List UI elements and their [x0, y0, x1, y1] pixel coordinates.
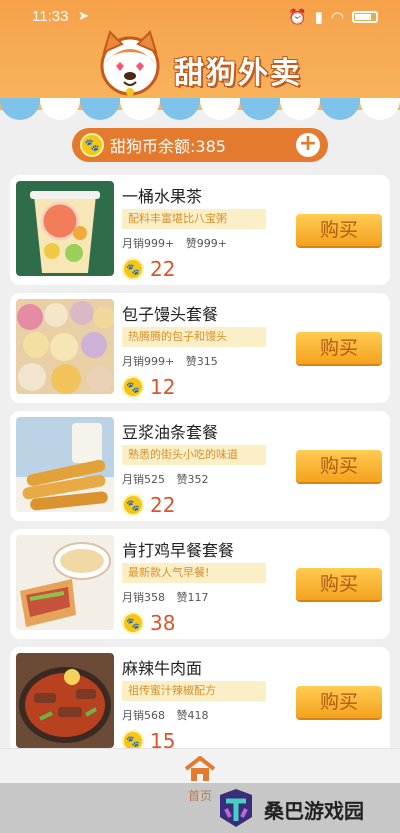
list-item: 豆浆油条套餐 熟悉的街头小吃的味道 月销525 赞352 🐾 22 购买 — [10, 411, 390, 521]
item-sales: 月销999+ — [122, 355, 175, 368]
fruit-tea-image — [16, 181, 114, 276]
coin-icon: 🐾 — [122, 494, 144, 516]
coin-icon: 🐾 — [122, 376, 144, 398]
balance-label: 甜狗币余额:385 — [110, 137, 226, 156]
buy-button[interactable]: 购买 — [296, 686, 382, 718]
coin-icon: 🐾 — [122, 612, 144, 634]
item-desc: 熟悉的街头小吃的味道 — [122, 445, 266, 465]
status-bar: 11:33 ➤ ⏰ ▮ ◠ — [0, 8, 400, 30]
balance-bar: 🐾 甜狗币余额:385 + — [72, 128, 328, 162]
wifi-icon: ◠ — [330, 8, 344, 26]
location-icon: ➤ — [78, 9, 89, 24]
item-likes: 赞999+ — [185, 237, 227, 250]
list-item: 包子馒头套餐 热腾腾的包子和馒头 月销999+ 赞315 🐾 12 购买 — [10, 293, 390, 403]
watermark-banner: 桑巴游戏园 — [0, 783, 400, 833]
app-title: 甜狗外卖 — [174, 56, 302, 91]
item-desc: 配料丰富堪比八宝粥 — [122, 209, 266, 229]
list-item: 一桶水果茶 配料丰富堪比八宝粥 月销999+ 赞999+ 🐾 22 购买 — [10, 175, 390, 285]
header: 11:33 ➤ ⏰ ▮ ◠ 甜狗外卖 — [0, 0, 400, 120]
item-sales: 月销358 — [122, 591, 165, 604]
item-sales: 月销525 — [122, 473, 165, 486]
breakfast-image — [16, 535, 114, 630]
add-balance-button[interactable]: + — [296, 133, 320, 157]
buns-image — [16, 299, 114, 394]
buy-button[interactable]: 购买 — [296, 450, 382, 482]
item-price: 22 — [150, 257, 176, 281]
item-name: 一桶水果茶 — [122, 187, 203, 206]
item-price: 38 — [150, 611, 176, 635]
coin-icon: 🐾 — [80, 133, 104, 157]
item-name: 麻辣牛肉面 — [122, 659, 203, 678]
item-desc: 热腾腾的包子和馒头 — [122, 327, 266, 347]
battery-icon — [352, 11, 378, 23]
home-icon — [184, 756, 216, 781]
item-price: 12 — [150, 375, 176, 399]
watermark-logo — [220, 789, 252, 827]
item-likes: 赞315 — [185, 355, 218, 368]
alarm-icon: ⏰ — [287, 8, 307, 26]
awning-decoration — [0, 98, 400, 120]
buy-button[interactable]: 购买 — [296, 568, 382, 600]
item-name: 包子馒头套餐 — [122, 305, 219, 324]
list-item: 麻辣牛肉面 祖传蜜汁辣椒配方 月销568 赞418 🐾 15 购买 — [10, 647, 390, 757]
item-desc: 最新款人气早餐! — [122, 563, 266, 583]
beef-noodle-image — [16, 653, 114, 748]
coin-icon: 🐾 — [122, 258, 144, 280]
item-likes: 赞117 — [176, 591, 209, 604]
list-item: 肯打鸡早餐套餐 最新款人气早餐! 月销358 赞117 🐾 38 购买 — [10, 529, 390, 639]
youtiao-image — [16, 417, 114, 512]
item-likes: 赞352 — [176, 473, 209, 486]
buy-button[interactable]: 购买 — [296, 214, 382, 246]
item-name: 肯打鸡早餐套餐 — [122, 541, 235, 560]
watermark-text: 桑巴游戏园 — [264, 799, 364, 823]
item-price: 22 — [150, 493, 176, 517]
item-desc: 祖传蜜汁辣椒配方 — [122, 681, 266, 701]
app-screen: 11:33 ➤ ⏰ ▮ ◠ 甜狗外卖 🐾 甜狗币余额:385 + 一桶水果茶 配… — [0, 0, 400, 833]
item-likes: 赞418 — [176, 709, 209, 722]
item-name: 豆浆油条套餐 — [122, 423, 219, 442]
dog-logo — [100, 30, 160, 96]
buy-button[interactable]: 购买 — [296, 332, 382, 364]
item-sales: 月销568 — [122, 709, 165, 722]
item-sales: 月销999+ — [122, 237, 175, 250]
signal-icon: ▮ — [314, 8, 323, 26]
status-time: 11:33 — [32, 8, 69, 25]
